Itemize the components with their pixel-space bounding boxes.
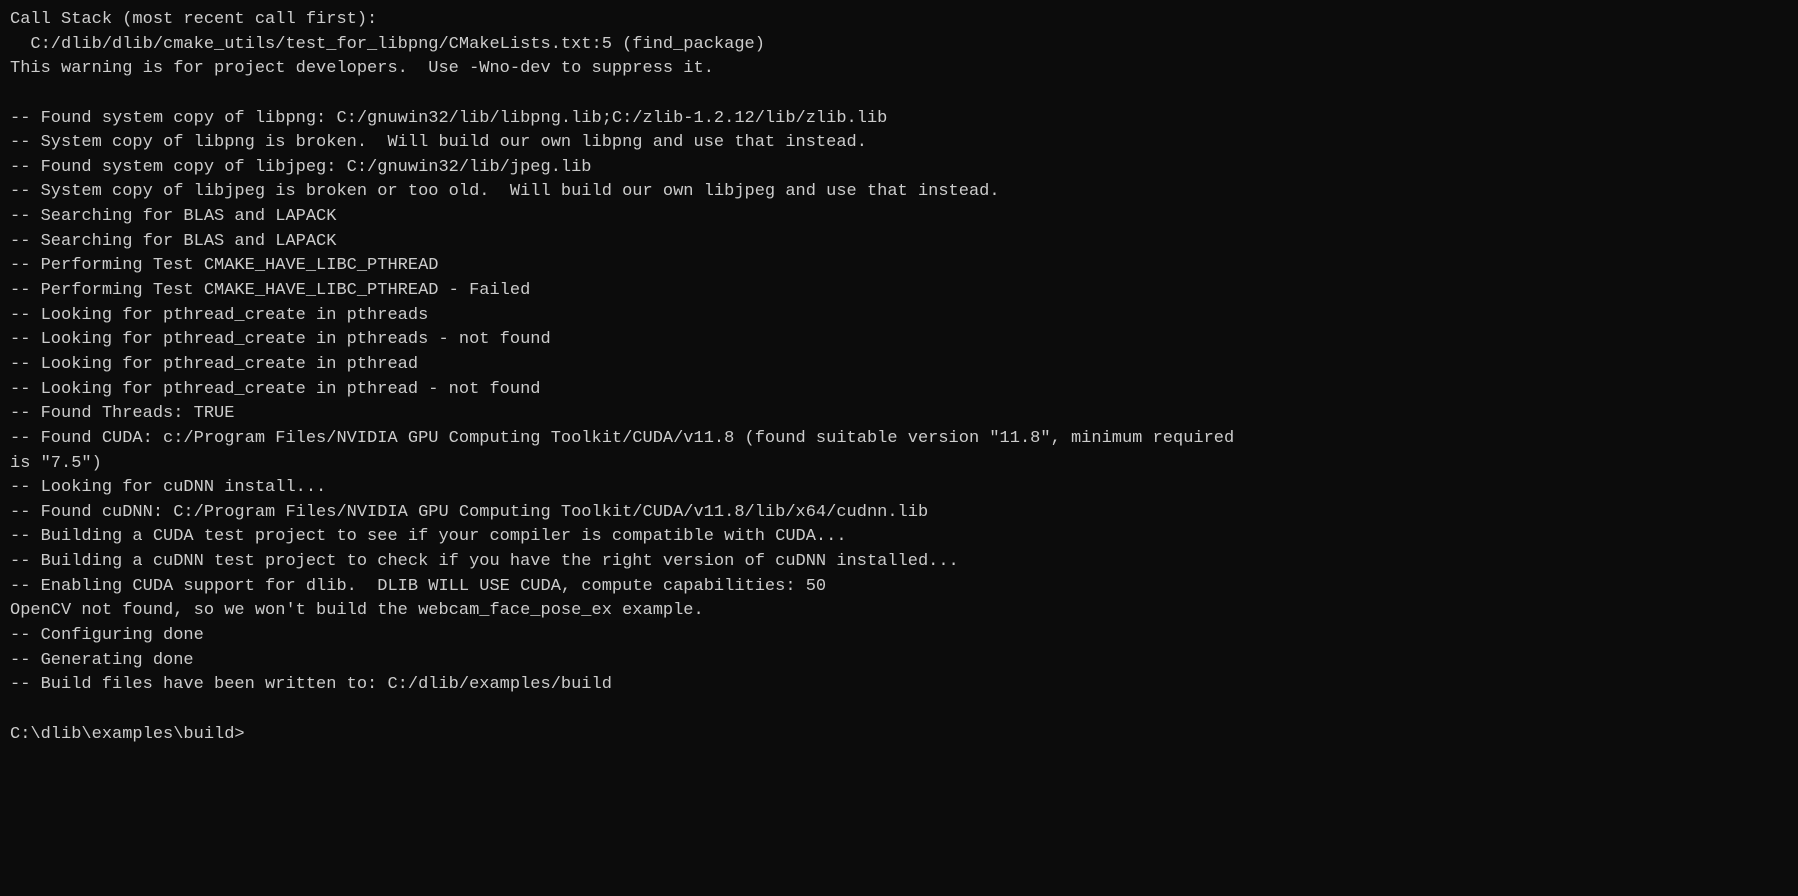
terminal-line: is "7.5")	[10, 452, 1788, 477]
terminal-line: -- Found CUDA: c:/Program Files/NVIDIA G…	[10, 427, 1788, 452]
terminal-line: -- Performing Test CMAKE_HAVE_LIBC_PTHRE…	[10, 279, 1788, 304]
terminal-line: This warning is for project developers. …	[10, 57, 1788, 82]
terminal-line: OpenCV not found, so we won't build the …	[10, 599, 1788, 624]
terminal-line: -- Configuring done	[10, 624, 1788, 649]
terminal-line: C:/dlib/dlib/cmake_utils/test_for_libpng…	[10, 33, 1788, 58]
terminal-line: -- Found system copy of libpng: C:/gnuwi…	[10, 107, 1788, 132]
terminal-line: -- Generating done	[10, 649, 1788, 674]
terminal-line	[10, 698, 1788, 723]
terminal-line: -- Building a CUDA test project to see i…	[10, 525, 1788, 550]
terminal-line: -- System copy of libjpeg is broken or t…	[10, 180, 1788, 205]
terminal-line: -- Looking for pthread_create in pthread…	[10, 378, 1788, 403]
terminal-line: Call Stack (most recent call first):	[10, 8, 1788, 33]
terminal-line: -- Looking for pthread_create in pthread…	[10, 304, 1788, 329]
terminal-line: -- Building a cuDNN test project to chec…	[10, 550, 1788, 575]
terminal-line: -- Looking for pthread_create in pthread…	[10, 328, 1788, 353]
terminal-line: -- Searching for BLAS and LAPACK	[10, 230, 1788, 255]
terminal-line: -- Found system copy of libjpeg: C:/gnuw…	[10, 156, 1788, 181]
terminal-line: -- Enabling CUDA support for dlib. DLIB …	[10, 575, 1788, 600]
terminal-line: -- Build files have been written to: C:/…	[10, 673, 1788, 698]
terminal-line: -- Looking for pthread_create in pthread	[10, 353, 1788, 378]
terminal-line: -- Performing Test CMAKE_HAVE_LIBC_PTHRE…	[10, 254, 1788, 279]
terminal-output: Call Stack (most recent call first): C:/…	[10, 8, 1788, 747]
terminal-line: -- Found cuDNN: C:/Program Files/NVIDIA …	[10, 501, 1788, 526]
terminal-line	[10, 82, 1788, 107]
terminal-line: -- System copy of libpng is broken. Will…	[10, 131, 1788, 156]
terminal-line: -- Looking for cuDNN install...	[10, 476, 1788, 501]
terminal-line: -- Found Threads: TRUE	[10, 402, 1788, 427]
terminal-line: -- Searching for BLAS and LAPACK	[10, 205, 1788, 230]
terminal-line: C:\dlib\examples\build>	[10, 723, 1788, 748]
